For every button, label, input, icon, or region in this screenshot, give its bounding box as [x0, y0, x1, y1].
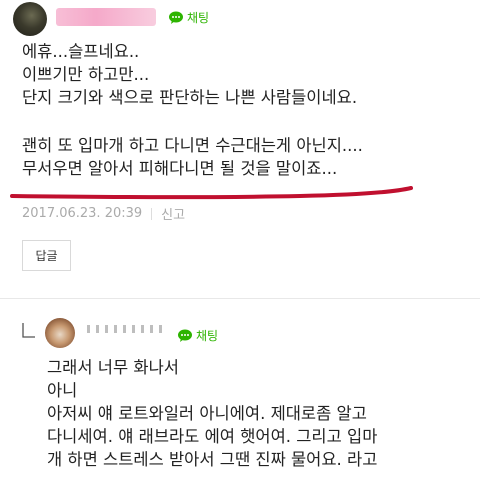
timestamp: 2017.06.23. 20:39 [22, 206, 143, 221]
chat-link[interactable]: 채팅 [177, 329, 218, 343]
red-underline-annotation [10, 186, 413, 200]
masked-username [87, 325, 165, 333]
chat-label: 채팅 [196, 329, 219, 343]
reply-body: 그래서 너무 화나서 아니 아저씨 얘 로트와일러 아니에여. 제대로좀 알고 … [47, 356, 377, 471]
reply-button[interactable]: 답글 [22, 240, 71, 271]
chat-bubble-icon [178, 329, 192, 342]
masked-username [56, 8, 156, 26]
chat-bubble-icon [169, 11, 183, 24]
comment-meta: 2017.06.23. 20:39 신고 [22, 204, 185, 223]
comment-line: 괜히 또 입마개 하고 다니면 수근대는게 아닌지.... [22, 136, 363, 155]
reply-line: 그래서 너무 화나서 [47, 358, 179, 377]
reply-line: 아저씨 얘 로트와일러 아니에여. 제대로좀 알고 [47, 404, 367, 423]
report-link[interactable]: 신고 [161, 204, 185, 223]
comment-line: 단지 크기와 색으로 판단하는 나쁜 사람들이네요. [22, 88, 358, 107]
comment-body: 에휴...슬프네요.. 이쁘기만 하고만... 단지 크기와 색으로 판단하는 … [22, 40, 363, 180]
chat-label: 채팅 [187, 11, 210, 25]
reply-line: 아니 [47, 381, 78, 400]
reply-line: 개 하면 스트레스 받아서 그땐 진짜 물어요. 라고 [47, 450, 378, 469]
section-divider [0, 298, 480, 299]
reply-arrow-icon [22, 323, 35, 338]
reply-avatar[interactable] [45, 318, 75, 348]
meta-divider [151, 207, 153, 220]
commenter-avatar[interactable] [13, 2, 47, 36]
chat-link[interactable]: 채팅 [168, 11, 209, 25]
reply-line: 다니세여. 얘 래브라도 에여 햇어여. 그리고 입마 [47, 427, 378, 446]
comment-line: 이쁘기만 하고만... [22, 65, 150, 84]
comment-line: 에휴...슬프네요.. [22, 42, 140, 61]
